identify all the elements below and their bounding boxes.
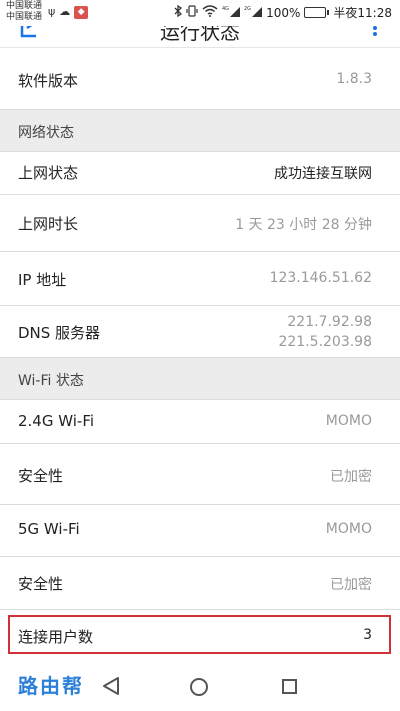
row-wifi-24: 2.4G Wi-Fi MOMO: [0, 400, 400, 444]
wifi-24-label: 2.4G Wi-Fi: [18, 412, 95, 430]
security-5-label: 安全性: [18, 575, 64, 593]
battery-icon: [304, 7, 330, 18]
security-24-label: 安全性: [18, 467, 64, 485]
app-header: 运行状态: [0, 26, 400, 48]
triangle-back-icon: [103, 677, 119, 695]
nav-home-button[interactable]: [190, 678, 208, 696]
usb-icon: ψ: [48, 5, 56, 18]
watermark-logo: 路由帮: [18, 674, 84, 698]
software-version-value: 1.8.3: [336, 71, 372, 87]
svg-text:4G: 4G: [222, 6, 229, 12]
vibrate-icon: [186, 4, 198, 21]
section-network-label: 网络状态: [18, 125, 74, 141]
carrier-2: 中国联通: [6, 12, 43, 22]
wifi-5-label: 5G Wi-Fi: [18, 520, 80, 538]
carrier-labels: 中国联通 中国联通: [6, 1, 42, 23]
security-24-value: 已加密: [330, 469, 372, 485]
row-security-5: 安全性 已加密: [0, 557, 400, 610]
row-online-duration: 上网时长 1 天 23 小时 28 分钟: [0, 195, 400, 252]
dns-server-value-2: 221.5.203.98: [278, 334, 372, 350]
page-title: 运行状态: [160, 26, 240, 44]
internet-status-label: 上网状态: [18, 164, 79, 182]
battery-percent: 100%: [266, 5, 301, 20]
row-ip-address: IP 地址 123.146.51.62: [0, 252, 400, 306]
wifi-24-value: MOMO: [325, 413, 372, 429]
dns-server-label: DNS 服务器: [18, 324, 101, 342]
row-software-version: 软件版本 1.8.3: [0, 48, 400, 110]
status-right: 4G 2G 100% 半夜11:28: [174, 4, 392, 21]
section-wifi: Wi-Fi 状态: [0, 358, 400, 400]
svg-text:2G: 2G: [244, 6, 251, 12]
ip-address-label: IP 地址: [18, 271, 67, 289]
notification-icons: ψ ☁ ◆: [48, 5, 89, 19]
highlight-box: [8, 615, 391, 654]
bluetooth-icon: [174, 4, 183, 21]
security-5-value: 已加密: [330, 577, 372, 593]
ip-address-value: 123.146.51.62: [269, 270, 372, 286]
section-network: 网络状态: [0, 110, 400, 152]
online-duration-value: 1 天 23 小时 28 分钟: [235, 217, 372, 233]
status-bar: 中国联通 中国联通 ψ ☁ ◆ 4G 2G 100% 半夜11:28: [0, 0, 400, 26]
clock: 半夜11:28: [333, 6, 392, 20]
signal-1-icon: 4G: [222, 5, 241, 21]
more-vertical-icon: [373, 26, 377, 36]
weather-icon: ☁: [59, 5, 71, 18]
row-security-24: 安全性 已加密: [0, 444, 400, 505]
online-duration-label: 上网时长: [18, 215, 79, 233]
wifi-icon: [202, 4, 218, 21]
nav-recent-button[interactable]: [282, 679, 297, 694]
nav-back-button[interactable]: [102, 676, 120, 700]
wifi-5-value: MOMO: [325, 521, 372, 537]
app-notification-icon: ◆: [74, 5, 89, 19]
more-options-button[interactable]: [372, 26, 378, 44]
software-version-label: 软件版本: [18, 72, 79, 90]
carrier-1: 中国联通: [6, 1, 43, 11]
section-wifi-label: Wi-Fi 状态: [18, 373, 84, 389]
row-internet-status: 上网状态 成功连接互联网: [0, 152, 400, 195]
internet-status-value: 成功连接互联网: [274, 166, 372, 182]
row-dns-server: DNS 服务器 221.7.92.98 221.5.203.98: [0, 306, 400, 358]
dns-server-value-1: 221.7.92.98: [287, 314, 372, 330]
row-wifi-5: 5G Wi-Fi MOMO: [0, 505, 400, 557]
signal-2-icon: 2G: [244, 5, 263, 21]
